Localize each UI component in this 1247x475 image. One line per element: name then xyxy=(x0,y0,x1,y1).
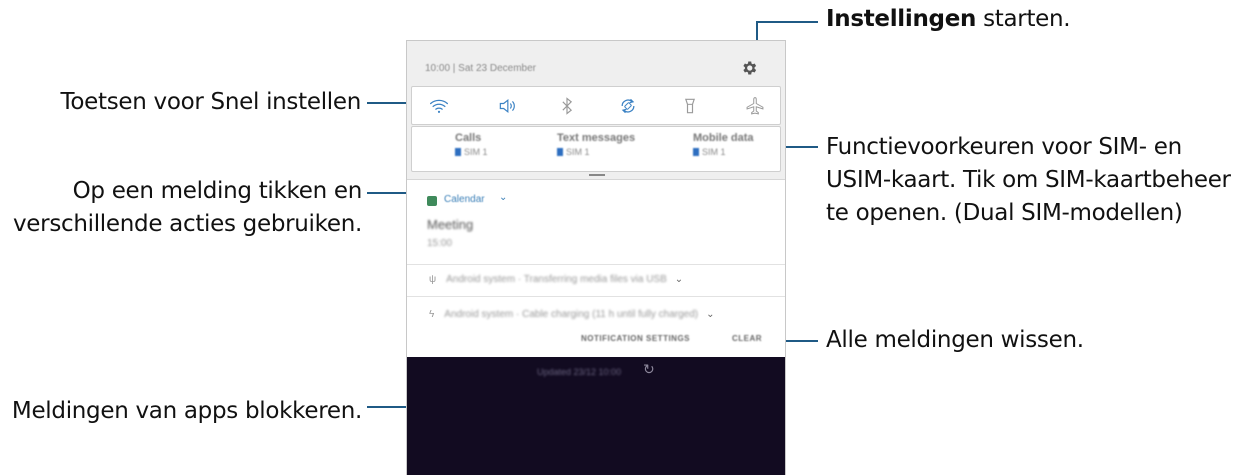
calendar-icon xyxy=(427,196,437,206)
callout-sim-line2: USIM-kaart. Tik om SIM-kaartbeheer xyxy=(826,167,1231,193)
notification-settings-button[interactable]: NOTIFICATION SETTINGS xyxy=(581,334,690,343)
status-bar-date: 10:00 | Sat 23 December xyxy=(425,63,536,74)
calendar-app-name: Calendar xyxy=(444,194,485,205)
chevron-down-icon[interactable]: ⌄ xyxy=(675,274,683,285)
sim-calls[interactable]: Calls SIM 1 xyxy=(455,132,488,157)
chevron-down-icon[interactable]: ⌄ xyxy=(706,309,714,320)
sim-mobile-data[interactable]: Mobile data SIM 1 xyxy=(693,132,754,157)
usb-notification[interactable]: ψ Android system · Transferring media fil… xyxy=(429,274,683,285)
lightning-icon: ϟ xyxy=(429,309,435,320)
notification-actions-bar: NOTIFICATION SETTINGS CLEAR xyxy=(407,327,785,357)
sim-calls-card: SIM 1 xyxy=(455,147,488,157)
leader-sim xyxy=(781,146,818,148)
wifi-icon[interactable] xyxy=(429,96,449,116)
flashlight-icon[interactable] xyxy=(680,96,700,116)
sim-data-card: SIM 1 xyxy=(693,147,754,157)
panel-drag-handle[interactable] xyxy=(589,174,605,176)
sim-calls-title: Calls xyxy=(455,132,482,144)
calendar-event-title: Meeting xyxy=(427,217,474,232)
callout-clear: Alle meldingen wissen. xyxy=(826,327,1084,353)
bluetooth-icon[interactable] xyxy=(557,96,577,116)
charging-notification[interactable]: ϟ Android system · Cable charging (11 h u… xyxy=(429,309,715,320)
auto-rotate-icon[interactable] xyxy=(618,96,638,116)
usb-notification-text: Android system · Transferring media file… xyxy=(446,274,667,285)
sim-preferences-panel[interactable]: Calls SIM 1 Text messages SIM 1 Mobile d… xyxy=(411,126,781,172)
callout-notification-line2: verschillende acties gebruiken. xyxy=(13,211,362,237)
sim-text-title: Text messages xyxy=(557,132,636,144)
divider xyxy=(407,264,785,265)
lock-screen-update-text: Updated 23/12 10:00 xyxy=(537,367,622,377)
sound-icon[interactable] xyxy=(497,96,517,116)
callout-settings: Instellingen starten. xyxy=(826,3,1071,36)
airplane-mode-icon[interactable] xyxy=(745,96,765,116)
quick-settings-bar xyxy=(411,86,781,125)
usb-icon: ψ xyxy=(429,274,437,285)
callout-sim-line1: Functievoorkeuren voor SIM- en xyxy=(826,134,1182,160)
calendar-event-time: 15:00 xyxy=(427,238,453,249)
chevron-down-icon[interactable]: ⌄ xyxy=(499,192,507,203)
callout-quick-settings: Toetsen voor Snel instellen xyxy=(60,89,362,115)
divider xyxy=(407,296,785,297)
callout-sim: Functievoorkeuren voor SIM- en USIM-kaar… xyxy=(826,131,1231,230)
charging-notification-text: Android system · Cable charging (11 h un… xyxy=(444,309,699,320)
leader-settings-h xyxy=(756,21,818,23)
leader-quick-settings xyxy=(367,102,411,104)
lock-screen-background: Updated 23/12 10:00 ↻ xyxy=(407,353,785,475)
sim-text-messages[interactable]: Text messages SIM 1 xyxy=(557,132,635,157)
sim-data-title: Mobile data xyxy=(693,132,754,144)
refresh-icon[interactable]: ↻ xyxy=(643,361,655,378)
sim-text-card: SIM 1 xyxy=(557,147,635,157)
clear-button[interactable]: CLEAR xyxy=(732,334,762,343)
callout-notification: Op een melding tikken en verschillende a… xyxy=(13,175,362,241)
callout-settings-bold: Instellingen xyxy=(826,6,977,32)
callout-block: Meldingen van apps blokkeren. xyxy=(11,398,362,424)
callout-notification-line1: Op een melding tikken en xyxy=(72,178,363,204)
gear-icon[interactable] xyxy=(740,59,758,77)
callout-sim-line3: te openen. (Dual SIM-modellen) xyxy=(826,200,1183,226)
notification-panel: 10:00 | Sat 23 December Calls SIM 1 Text… xyxy=(406,40,786,475)
callout-settings-rest: starten. xyxy=(976,6,1071,32)
